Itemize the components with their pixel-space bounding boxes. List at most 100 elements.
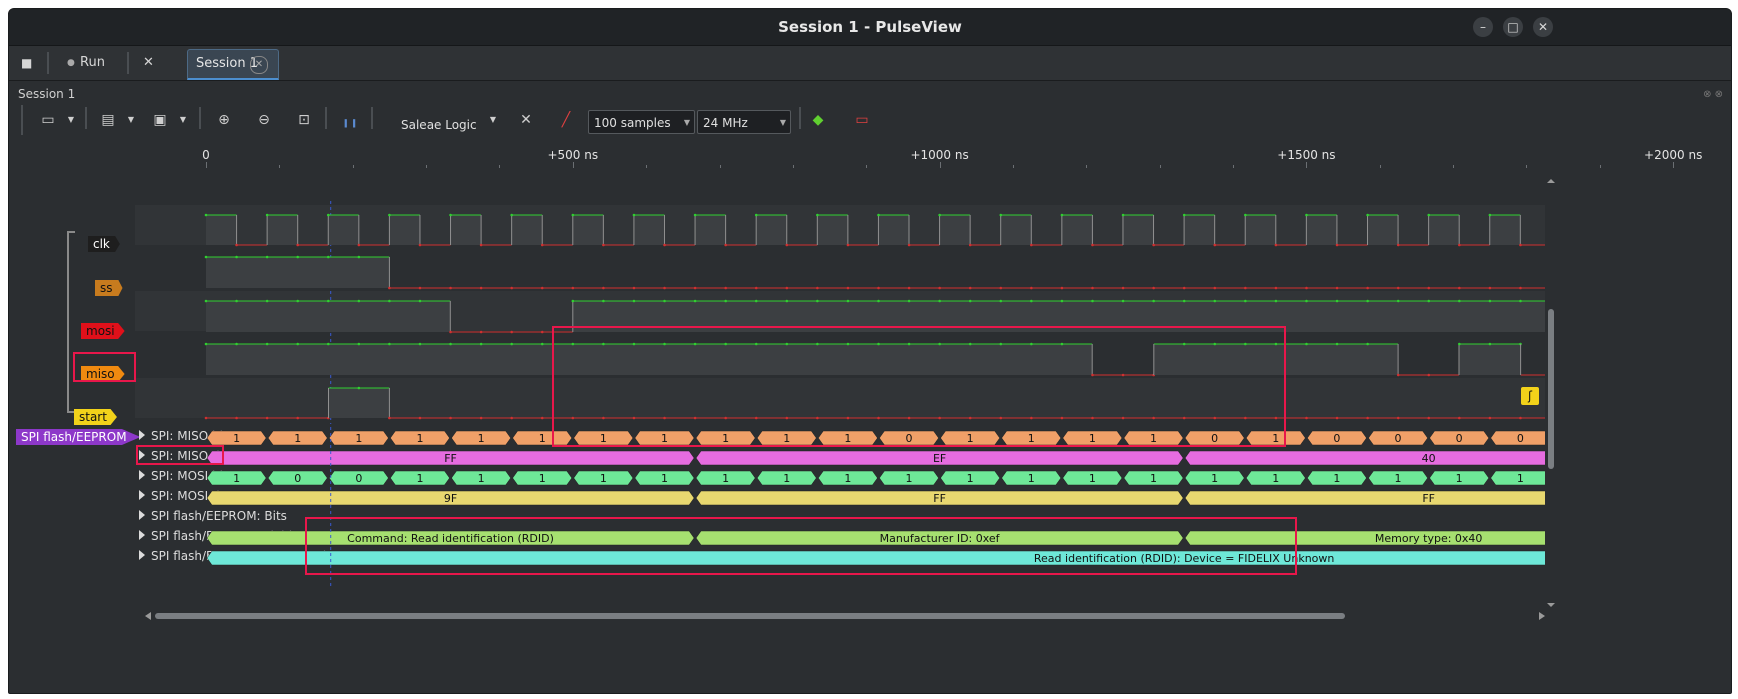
mosi-bit-annotation[interactable]: 1 [1368, 470, 1428, 486]
mosi-bit-annotation[interactable]: 1 [451, 470, 511, 486]
sample-dot [968, 243, 972, 247]
miso-bit-annotation[interactable]: 0 [1368, 430, 1428, 446]
ruler-tick-mark [1379, 165, 1381, 168]
add-decoder-icon[interactable]: ◆ [807, 109, 829, 131]
sample-dot [693, 213, 697, 217]
miso-data-annotation[interactable]: EF [695, 450, 1184, 466]
zoom-fit-icon[interactable]: ⊡ [293, 109, 315, 131]
decoder-name-badge[interactable]: SPI flash/EEPROM [16, 429, 141, 445]
mosi-bit-annotation[interactable]: 0 [267, 470, 328, 486]
sample-dot [693, 286, 697, 290]
cursor-icon[interactable]: ╻╻ [339, 109, 361, 131]
miso-bit-annotation[interactable]: 1 [328, 430, 389, 446]
miso-data-annotation[interactable]: FF [206, 450, 695, 466]
device-config-icon[interactable]: ✕ [515, 109, 537, 131]
stop-icon[interactable]: ■ [21, 46, 32, 80]
time-ruler[interactable]: 0+500 ns+1000 ns+1500 ns+2000 ns+2500 ns… [135, 144, 1702, 168]
chevron-down-icon[interactable]: ▼ [487, 109, 499, 131]
annotation-shape [1184, 450, 1673, 466]
minimize-icon[interactable]: – [1473, 17, 1493, 37]
sample-dot [326, 299, 330, 303]
tools-icon[interactable]: ✕ [143, 46, 154, 80]
miso-bit-annotation[interactable]: 1 [206, 430, 267, 446]
sample-dot [1335, 299, 1339, 303]
miso-data-annotation[interactable]: 40 [1184, 450, 1673, 466]
mosi-data-annotation[interactable]: FF [1184, 490, 1673, 506]
run-button[interactable]: Run [80, 46, 105, 80]
mosi-bit-annotation[interactable]: 1 [818, 470, 878, 486]
sample-dot [510, 342, 513, 346]
chevron-down-icon[interactable]: ▼ [65, 109, 77, 131]
mosi-bit-annotation[interactable]: 1 [1184, 470, 1245, 486]
miso-bit-annotation[interactable]: 0 [1307, 430, 1367, 446]
miso-bit-annotation[interactable]: 1 [390, 430, 450, 446]
miso-bit-annotation[interactable]: 0 [1490, 430, 1551, 446]
channel-label-ss[interactable]: ss [95, 280, 123, 296]
mosi-data-annotation[interactable]: 9F [206, 490, 695, 506]
highlight-miso-trace [552, 326, 1286, 447]
mosi-data-annotation[interactable]: FF [695, 490, 1184, 506]
probe-config-icon[interactable]: ╱ [555, 109, 577, 131]
mosi-bit-annotation[interactable]: 1 [206, 470, 267, 486]
new-session-icon[interactable]: ▭ [37, 109, 59, 131]
device-select[interactable]: Saleae Logic [401, 118, 477, 132]
mosi-bit-annotation[interactable]: 1 [634, 470, 695, 486]
channel-label-clk[interactable]: clk [88, 236, 120, 252]
mosi-bit-annotation[interactable]: 1 [512, 470, 573, 486]
horizontal-scrollbar[interactable] [145, 611, 1545, 621]
math-channel-icon[interactable]: ▭ [851, 109, 873, 131]
mosi-bit-annotation[interactable]: 1 [695, 470, 756, 486]
vertical-scrollbar[interactable] [1545, 179, 1557, 609]
maximize-icon[interactable]: □ [1503, 17, 1523, 37]
trigger-marker-icon[interactable]: ʃ [1521, 387, 1539, 405]
mosi-bit-annotation[interactable]: 1 [1245, 470, 1306, 486]
sample-dot [265, 213, 269, 217]
mosi-bit-annotation[interactable]: 1 [1123, 470, 1184, 486]
sample-dot [326, 255, 330, 259]
mosi-bit-annotation[interactable]: 1 [879, 470, 939, 486]
miso-bit-annotation[interactable]: 1 [267, 430, 328, 446]
mosi-bit-annotation[interactable]: 1 [1490, 470, 1551, 486]
channel-label-start[interactable]: start [74, 409, 117, 425]
annotation-text: FF [933, 492, 946, 505]
mosi-bit-annotation[interactable]: 1 [390, 470, 450, 486]
sample-dot [754, 286, 758, 290]
mosi-bit-annotation[interactable]: 1 [1429, 470, 1490, 486]
samplerate-select[interactable]: 24 MHz ▼ [697, 110, 791, 134]
zoom-out-icon[interactable]: ⊖ [253, 109, 275, 131]
sample-dot [1396, 243, 1400, 247]
ruler-tick-label: 0 [202, 148, 210, 162]
sample-dot [1488, 213, 1492, 217]
sample-dot [326, 342, 330, 346]
mosi-bit-annotation[interactable]: 1 [1062, 470, 1123, 486]
chevron-down-icon[interactable]: ▼ [125, 109, 137, 131]
sample-dot [1244, 299, 1247, 303]
open-file-icon[interactable]: ▤ [97, 109, 119, 131]
miso-bit-annotation[interactable]: 1 [451, 430, 511, 446]
annotation-text: 1 [783, 472, 790, 485]
miso-bit-annotation[interactable]: 0 [1429, 430, 1490, 446]
sample-dot [479, 243, 483, 247]
mosi-bit-annotation[interactable]: 1 [940, 470, 1001, 486]
sample-dot [540, 330, 544, 334]
zoom-in-icon[interactable]: ⊕ [213, 109, 235, 131]
save-file-icon[interactable]: ▣ [149, 109, 171, 131]
sample-dot [235, 342, 238, 346]
sample-dot [1274, 299, 1278, 303]
samples-select[interactable]: 100 samples ▼ [588, 110, 695, 134]
ruler-tick-mark [426, 165, 428, 168]
tab-session-1[interactable]: Session 1 ✕ [187, 49, 279, 80]
tab-close-icon[interactable]: ✕ [250, 56, 268, 74]
sample-dot [1244, 213, 1247, 217]
mosi-bit-annotation[interactable]: 1 [756, 470, 817, 486]
chevron-down-icon[interactable]: ▼ [177, 109, 189, 131]
mosi-bit-annotation[interactable]: 1 [1307, 470, 1367, 486]
channel-label-mosi[interactable]: mosi [81, 323, 125, 339]
dock-float-close-icon[interactable]: ⊗ ⊗ [1703, 89, 1723, 100]
sample-dot [296, 342, 300, 346]
sample-dot [265, 255, 269, 259]
close-icon[interactable]: ✕ [1533, 17, 1553, 37]
mosi-bit-annotation[interactable]: 1 [573, 470, 634, 486]
mosi-bit-annotation[interactable]: 1 [1001, 470, 1062, 486]
mosi-bit-annotation[interactable]: 0 [328, 470, 389, 486]
